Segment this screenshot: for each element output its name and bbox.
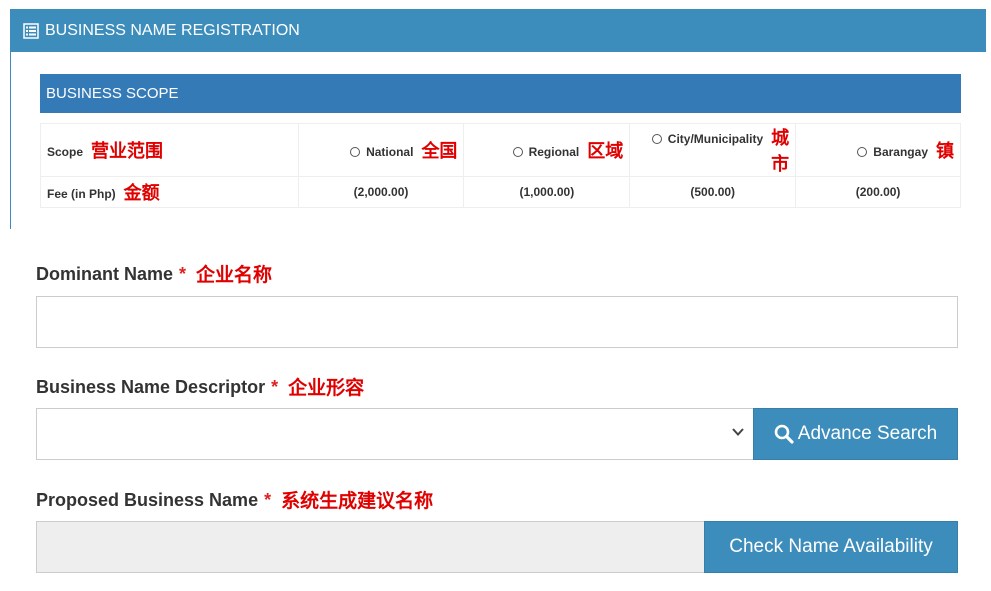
radio-national[interactable]: [350, 147, 361, 157]
fee-label: Fee (in Php): [47, 187, 116, 201]
chevron-down-icon[interactable]: [731, 425, 745, 439]
check-name-label: Check Name Availability: [729, 536, 933, 557]
fee-label-cn: 金额: [123, 183, 160, 204]
fee-national: (2,000.00): [297, 176, 465, 208]
radio-regional[interactable]: [512, 147, 523, 157]
scope-option-national[interactable]: National 全国: [297, 123, 465, 177]
option-cn-national: 全国: [421, 141, 458, 162]
scope-row: Scope 营业范围 National 全国 Regional 区域 City/Mun…: [40, 123, 961, 177]
descriptor-cn: 企业形容: [288, 377, 365, 399]
option-label-barangay: Barangay: [873, 145, 928, 159]
dominant-name-label-text: Dominant Name: [36, 264, 174, 284]
advance-search-button[interactable]: Advance Search: [753, 408, 958, 460]
business-scope-title: BUSINESS SCOPE: [46, 85, 179, 102]
fee-row: Fee (in Php) 金额 (2,000.00) (1,000.00) (50…: [40, 176, 961, 208]
proposed-name-cn: 系统生成建议名称: [281, 490, 434, 512]
advance-search-label: Advance Search: [797, 423, 938, 444]
proposed-name-label-text: Proposed Business Name: [36, 490, 259, 510]
descriptor-label-text: Business Name Descriptor: [36, 377, 266, 397]
dominant-name-input[interactable]: [36, 296, 958, 348]
scope-table: Scope 营业范围 National 全国 Regional 区域 City/Mun…: [40, 123, 961, 208]
scope-label-cell: Scope 营业范围: [40, 123, 299, 177]
fee-regional: (1,000.00): [463, 176, 631, 208]
option-cn-regional: 区域: [587, 141, 624, 162]
required-marker: *: [179, 264, 187, 284]
scope-option-regional[interactable]: Regional 区域: [463, 123, 631, 177]
scope-option-barangay[interactable]: Barangay 镇: [795, 123, 961, 177]
table-list-icon: [23, 22, 39, 39]
required-marker: *: [271, 377, 279, 397]
search-icon: [774, 424, 794, 444]
dominant-name-label: Dominant Name * 企业名称: [36, 260, 272, 287]
option-label-regional: Regional: [528, 145, 580, 159]
panel-title: BUSINESS NAME REGISTRATION: [45, 21, 300, 39]
fee-barangay: (200.00): [795, 176, 961, 208]
fee-city: (500.00): [629, 176, 797, 208]
proposed-name-label: Proposed Business Name * 系统生成建议名称: [36, 486, 433, 513]
required-marker: *: [264, 490, 272, 510]
dominant-name-cn: 企业名称: [196, 264, 273, 286]
descriptor-select[interactable]: [36, 408, 754, 460]
option-cn-barangay: 镇: [936, 141, 954, 162]
descriptor-label: Business Name Descriptor * 企业形容: [36, 373, 364, 400]
radio-barangay[interactable]: [857, 147, 868, 157]
scope-label-cn: 营业范围: [91, 141, 164, 162]
scope-option-city[interactable]: City/Municipality 城市: [629, 123, 797, 177]
option-cn-city: 城市: [771, 128, 790, 175]
panel-header: BUSINESS NAME REGISTRATION: [11, 9, 986, 52]
proposed-name-field: [36, 521, 705, 573]
option-label-national: National: [366, 145, 414, 159]
radio-city[interactable]: [651, 134, 662, 144]
fee-label-cell: Fee (in Php) 金额: [40, 176, 299, 208]
scope-label: Scope: [47, 145, 84, 159]
option-label-city: City/Municipality: [667, 132, 764, 146]
check-name-availability-button[interactable]: Check Name Availability: [704, 521, 958, 573]
business-scope-header: BUSINESS SCOPE: [40, 74, 961, 113]
